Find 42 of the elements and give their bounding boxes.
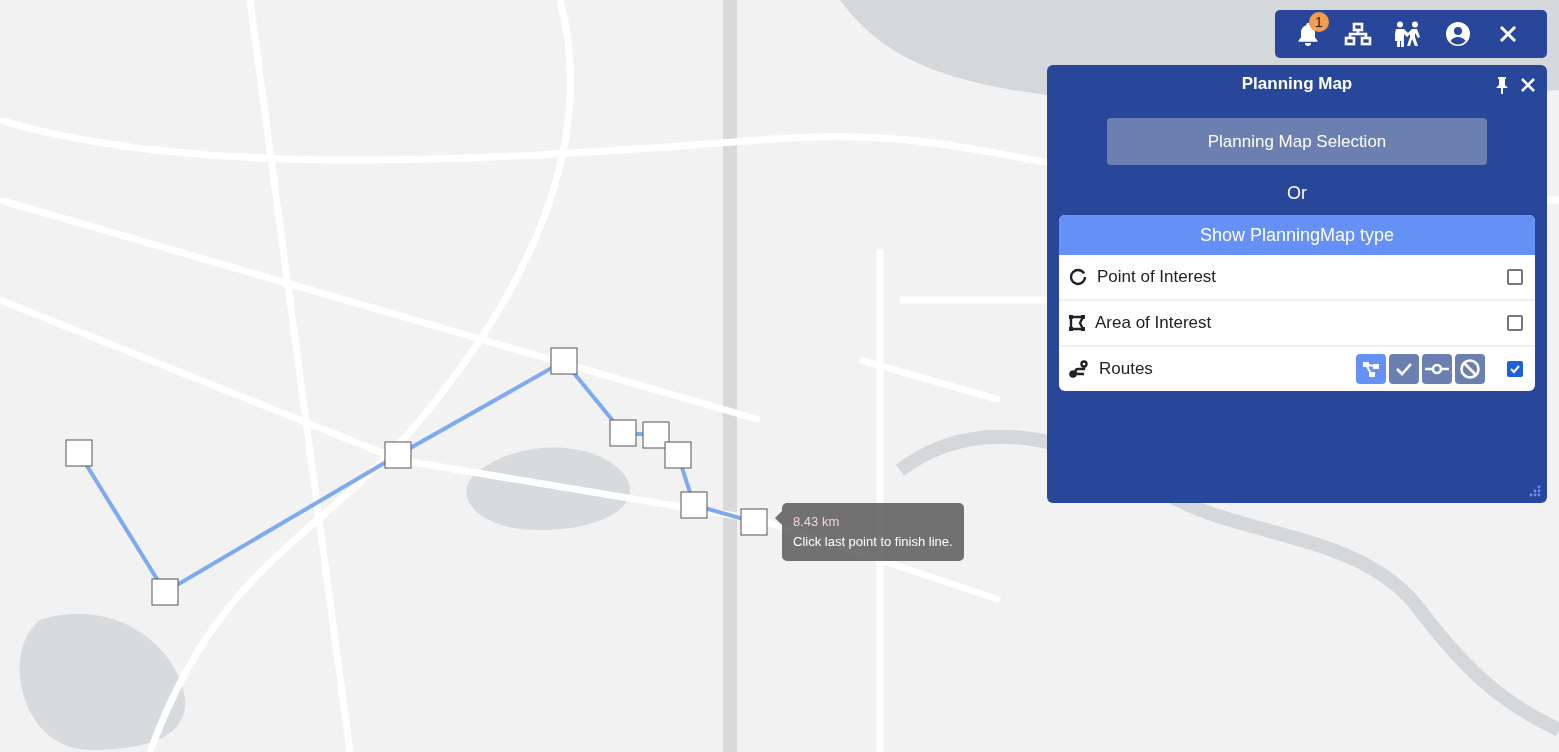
tooltip-hint: Click last point to finish line. — [793, 533, 953, 551]
nodes-icon — [1362, 360, 1380, 378]
polygon-icon — [1069, 315, 1085, 331]
line-point-icon — [1425, 362, 1449, 376]
route-vertex[interactable] — [609, 419, 637, 447]
route-tool-button[interactable] — [1422, 354, 1452, 384]
route-tool-button[interactable] — [1389, 354, 1419, 384]
checkmark-icon — [1510, 364, 1520, 374]
route-vertex[interactable] — [740, 508, 768, 536]
route-vertex[interactable] — [384, 441, 412, 469]
network-icon — [1344, 22, 1372, 46]
map-type-label: Point of Interest — [1097, 267, 1218, 287]
route-tool-button[interactable] — [1356, 354, 1386, 384]
route-vertex[interactable] — [642, 421, 670, 449]
planning-map-selection-button[interactable]: Planning Map Selection — [1107, 118, 1487, 165]
route-tool-button[interactable] — [1455, 354, 1485, 384]
pin-icon — [1495, 76, 1509, 94]
close-icon — [1499, 25, 1517, 43]
section-title: Show PlanningMap type — [1059, 215, 1535, 255]
map-type-label: Area of Interest — [1095, 313, 1213, 333]
pin-button[interactable] — [1495, 76, 1509, 94]
checkbox[interactable] — [1507, 269, 1523, 285]
route-vertex[interactable] — [151, 578, 179, 606]
checkbox[interactable] — [1507, 361, 1523, 377]
or-separator: Or — [1287, 183, 1307, 204]
circle-icon — [1069, 268, 1087, 286]
route-vertex[interactable] — [65, 439, 93, 467]
close-button[interactable] — [1521, 78, 1535, 92]
checkbox[interactable] — [1507, 315, 1523, 331]
route-vertex[interactable] — [550, 347, 578, 375]
route-icon — [1069, 360, 1089, 378]
route-vertex[interactable] — [664, 441, 692, 469]
user-account-icon — [1445, 21, 1471, 47]
people-icon — [1393, 21, 1423, 47]
resize-grip-icon — [1529, 485, 1541, 497]
map-type-label: Routes — [1099, 359, 1154, 379]
route-vertex[interactable] — [680, 491, 708, 519]
close-icon — [1521, 78, 1535, 92]
prohibited-icon — [1459, 358, 1481, 380]
panel-title: Planning Map — [1241, 74, 1353, 94]
distance-label: 8.43 km — [793, 513, 841, 531]
notification-badge: 1 — [1309, 12, 1329, 32]
